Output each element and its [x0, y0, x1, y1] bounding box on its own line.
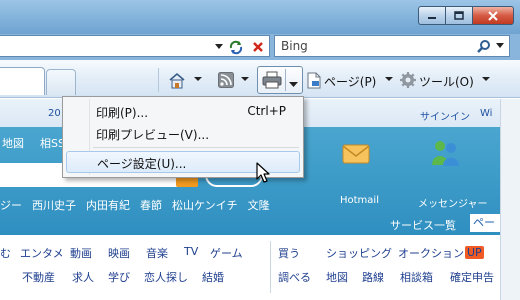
- link-item[interactable]: 求人: [72, 269, 94, 285]
- trend-item[interactable]: 文隆: [248, 197, 270, 213]
- address-dropdown-icon[interactable]: [212, 38, 226, 56]
- link-item[interactable]: 相談箱: [400, 269, 433, 285]
- menu-separator: [93, 147, 299, 148]
- menu-item-label: ページ設定(U)...: [97, 157, 187, 171]
- search-provider-text: Bing: [281, 39, 308, 53]
- search-input[interactable]: Bing: [274, 35, 510, 57]
- link-item[interactable]: ゲーム: [210, 245, 243, 261]
- print-button[interactable]: [257, 66, 303, 94]
- link-item[interactable]: 結婚: [202, 269, 224, 285]
- vertical-scrollbar[interactable]: [500, 99, 520, 300]
- trending-names: ジー 西川史子 内田有紀 春節 松山ケンイチ 文隆: [0, 197, 270, 213]
- close-icon[interactable]: [472, 6, 514, 25]
- print-dropdown-icon[interactable]: [289, 77, 298, 91]
- new-tab[interactable]: [46, 69, 76, 95]
- command-bar: ページ(P) ツール(O): [0, 60, 520, 98]
- service-list-link[interactable]: サービス一覧: [390, 217, 456, 233]
- hotmail-icon[interactable]: [340, 137, 374, 169]
- dropdown-arrow-icon[interactable]: [385, 74, 393, 84]
- maximize-icon[interactable]: [445, 6, 472, 25]
- link-item[interactable]: 調べる: [278, 269, 311, 285]
- address-input[interactable]: [0, 35, 270, 57]
- link-item[interactable]: 不動産: [22, 269, 55, 285]
- print-icon[interactable]: [262, 71, 282, 92]
- print-split-divider: [285, 69, 286, 91]
- messenger-label[interactable]: メッセンジャー: [418, 195, 488, 210]
- stop-icon[interactable]: [248, 37, 268, 57]
- auction-label: オークション: [398, 247, 464, 260]
- nav-map[interactable]: 地図: [2, 135, 24, 151]
- tools-gear-icon[interactable]: [399, 70, 417, 90]
- link-item[interactable]: 地図: [326, 269, 348, 285]
- dropdown-arrow-icon[interactable]: [241, 74, 249, 84]
- link-item[interactable]: 確定申告: [450, 269, 494, 285]
- up-badge: UP: [465, 246, 484, 259]
- messenger-icon[interactable]: [428, 137, 462, 169]
- menu-item-label: 印刷(P)...: [96, 106, 149, 120]
- trend-item[interactable]: 内田有紀: [86, 197, 130, 213]
- mouse-pointer-icon: [256, 162, 272, 184]
- link-item[interactable]: 動画: [70, 245, 92, 261]
- address-row: Bing: [0, 34, 520, 60]
- hotmail-label[interactable]: Hotmail: [340, 195, 379, 206]
- link-item[interactable]: む: [0, 245, 11, 261]
- link-item[interactable]: 恋人探し: [144, 269, 188, 285]
- links-divider: [270, 241, 271, 293]
- menu-item-print-preview[interactable]: 印刷プレビュー(V)...: [66, 122, 300, 144]
- trend-item[interactable]: 松山ケンイチ: [172, 197, 238, 213]
- caption-buttons: [418, 6, 514, 25]
- signin-extra-link[interactable]: Wi: [480, 108, 492, 119]
- link-item[interactable]: ショッピング: [326, 245, 392, 261]
- minimize-icon[interactable]: [418, 6, 445, 25]
- magnifier-icon[interactable]: [475, 37, 493, 55]
- page-top-text: 20: [48, 108, 61, 119]
- link-item[interactable]: 学び: [108, 269, 130, 285]
- portal-links: む エンタメ 動画 映画 音楽 TV ゲーム 買う ショッピング オークション U…: [0, 239, 500, 299]
- menu-item-shortcut: Ctrl+P: [247, 104, 286, 118]
- dropdown-arrow-icon[interactable]: [194, 74, 202, 84]
- link-item[interactable]: エンタメ: [20, 245, 64, 261]
- signin-link[interactable]: サインイン: [420, 108, 470, 123]
- link-item[interactable]: 音楽: [146, 245, 168, 261]
- command-separator: [158, 68, 159, 92]
- link-item[interactable]: 路線: [362, 269, 384, 285]
- link-item-auction[interactable]: オークション UP: [398, 245, 484, 261]
- tools-menu-label[interactable]: ツール(O): [419, 73, 474, 90]
- trend-item[interactable]: 西川史子: [32, 197, 76, 213]
- links-row-2: 不動産 求人 学び 恋人探し 結婚 調べる 地図 路線 相談箱 確定申告: [0, 269, 500, 287]
- tab-strip: [0, 67, 152, 95]
- dropdown-arrow-icon[interactable]: [482, 74, 490, 84]
- links-row-1: む エンタメ 動画 映画 音楽 TV ゲーム 買う ショッピング オークション U…: [0, 245, 500, 263]
- refresh-icon[interactable]: [226, 37, 246, 57]
- link-item[interactable]: 映画: [108, 245, 130, 261]
- search-dropdown-icon[interactable]: [493, 38, 507, 54]
- active-tab[interactable]: [0, 67, 45, 95]
- link-item[interactable]: 買う: [278, 245, 300, 261]
- page-menu-label[interactable]: ページ(P): [324, 73, 376, 90]
- page-icon[interactable]: [305, 70, 323, 90]
- menu-item-print[interactable]: 印刷(P)... Ctrl+P: [66, 100, 300, 122]
- trend-item[interactable]: 春節: [140, 197, 162, 213]
- link-item[interactable]: TV: [184, 245, 198, 258]
- title-bar: [0, 0, 520, 34]
- home-icon[interactable]: [167, 70, 187, 90]
- menu-item-label: 印刷プレビュー(V)...: [96, 128, 210, 142]
- trend-item[interactable]: ジー: [0, 197, 22, 213]
- service-more-tab[interactable]: ペー: [470, 214, 504, 232]
- rss-feed-icon[interactable]: [216, 70, 236, 90]
